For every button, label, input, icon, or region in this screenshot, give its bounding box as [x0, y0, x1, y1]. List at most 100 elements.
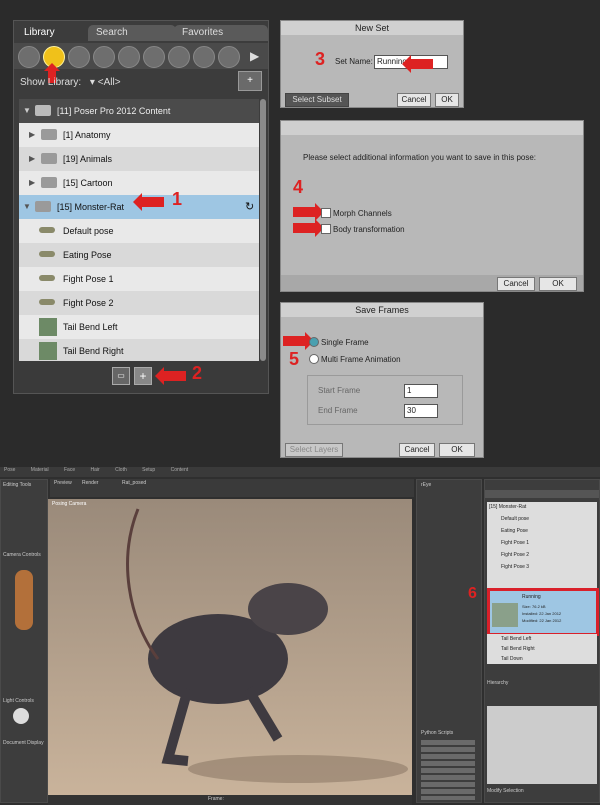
tree-item[interactable]: ▶ [1] Anatomy [19, 123, 259, 147]
tree-item-label[interactable]: Tail Down [501, 656, 523, 662]
library-scrollbar[interactable] [260, 99, 266, 361]
start-frame-input[interactable]: 1 [404, 384, 438, 398]
document-header: Preview Render Rat_posed [50, 479, 414, 497]
multi-frame-label: Multi Frame Animation [321, 355, 401, 364]
monster-rat-figure[interactable] [48, 499, 412, 795]
tail-pose-thumb-icon [39, 318, 57, 336]
cancel-button[interactable]: Cancel [397, 93, 431, 107]
tab-render[interactable]: Render [82, 480, 98, 486]
add-to-library-button[interactable]: + [134, 367, 152, 385]
room-tab-setup[interactable]: Setup [142, 467, 155, 473]
category-icons[interactable] [485, 490, 599, 498]
tab-library[interactable]: Library [16, 25, 90, 41]
running-pose-size: Size: 76.2 kB [522, 604, 546, 609]
hair-category-icon[interactable] [93, 46, 115, 68]
multi-frame-radio[interactable] [309, 354, 319, 364]
camera-controls-icon[interactable] [15, 570, 33, 630]
room-tab-content[interactable]: Content [171, 467, 189, 473]
poser-screenshot: Pose Material Face Hair Cloth Setup Cont… [0, 467, 600, 805]
tree-item-label[interactable]: Tail Bend Right [501, 646, 535, 652]
tree-item[interactable]: Tail Bend Right [19, 339, 259, 361]
single-frame-radio[interactable] [309, 337, 319, 347]
faces-category-icon[interactable] [68, 46, 90, 68]
props-category-icon[interactable] [143, 46, 165, 68]
select-subset-button[interactable]: Select Subset [285, 93, 349, 107]
ok-button[interactable]: OK [539, 277, 577, 291]
tree-item[interactable]: ▶ [15] Cartoon [19, 171, 259, 195]
hierarchy-tree[interactable] [487, 706, 597, 784]
add-to-library-icon[interactable]: + [238, 71, 262, 91]
tree-item-label[interactable]: Fight Pose 1 [501, 540, 529, 546]
library-footer: ▭ + 2 [14, 361, 268, 393]
tree-item[interactable]: Tail Bend Left [19, 315, 259, 339]
step-number: 5 [289, 349, 300, 369]
expand-icon[interactable]: ▶ [29, 123, 35, 147]
tree-item[interactable]: Eating Pose [19, 243, 259, 267]
materials-category-icon[interactable] [218, 46, 240, 68]
body-transformation-checkbox[interactable] [321, 224, 331, 234]
frame-label: Frame: [208, 796, 224, 802]
ok-button[interactable]: OK [439, 443, 475, 457]
tree-item[interactable]: Default pose [19, 219, 259, 243]
tab-preview[interactable]: Preview [54, 480, 72, 486]
python-scripts-buttons[interactable] [421, 740, 475, 800]
room-tab-hair[interactable]: Hair [91, 467, 100, 473]
tree-item-label[interactable]: Default pose [501, 516, 529, 522]
room-tab-pose[interactable]: Pose [4, 467, 15, 473]
add-folder-icon[interactable]: ▭ [112, 367, 130, 385]
tree-item[interactable]: Fight Pose 2 [19, 291, 259, 315]
morph-channels-checkbox[interactable] [321, 208, 331, 218]
tab-search[interactable]: Search [88, 25, 176, 41]
tree-item-label: Tail Bend Left [63, 322, 118, 332]
light-sphere-icon[interactable] [13, 708, 29, 724]
tree-item-label[interactable]: Fight Pose 3 [501, 564, 529, 570]
collapse-icon[interactable]: ▼ [23, 99, 31, 123]
select-layers-button[interactable]: Select Layers [285, 443, 343, 457]
posing-viewport[interactable]: Posing Camera [48, 499, 412, 795]
tree-item-label[interactable]: Fight Pose 2 [501, 552, 529, 558]
chevron-down-icon[interactable]: ▾ [90, 77, 95, 88]
editing-tools-label: Editing Tools [3, 482, 32, 488]
chevron-right-icon[interactable]: ▶ [250, 49, 259, 63]
new-set-dialog: New Set 3 Set Name: Running Select Subse… [280, 20, 464, 108]
tree-item[interactable]: ▼ [11] Poser Pro 2012 Content [19, 99, 259, 123]
tree-item-label[interactable]: [15] Monster-Rat [489, 504, 526, 510]
cameras-category-icon[interactable] [193, 46, 215, 68]
folder-icon [35, 201, 51, 212]
tree-item-label: [15] Cartoon [63, 178, 113, 188]
refresh-icon[interactable]: ↻ [245, 195, 254, 219]
tail-pose-thumb-icon [39, 342, 57, 360]
pose-info-dialog: Please select additional information you… [280, 120, 584, 292]
tree-item-label: Eating Pose [63, 250, 112, 260]
tree-item-label[interactable]: Eating Pose [501, 528, 528, 534]
folder-icon [41, 177, 57, 188]
morph-channels-label: Morph Channels [333, 209, 392, 218]
cancel-button[interactable]: Cancel [497, 277, 535, 291]
cancel-button[interactable]: Cancel [399, 443, 435, 457]
tree-item-label: [19] Animals [63, 154, 113, 164]
step-arrow-right [293, 203, 324, 221]
end-frame-input[interactable]: 30 [404, 404, 438, 418]
tree-item-label[interactable]: Tail Bend Left [501, 636, 531, 642]
frame-range-group: Start Frame 1 End Frame 30 [307, 375, 463, 425]
expand-icon[interactable]: ▶ [29, 171, 35, 195]
collapse-icon[interactable]: ▼ [23, 195, 31, 219]
tree-item[interactable]: ▶ [19] Animals [19, 147, 259, 171]
room-tab-cloth[interactable]: Cloth [115, 467, 127, 473]
expand-icon[interactable]: ▶ [29, 147, 35, 171]
lights-category-icon[interactable] [168, 46, 190, 68]
room-tab-face[interactable]: Face [64, 467, 75, 473]
figures-category-icon[interactable] [18, 46, 40, 68]
pose-info-message: Please select additional information you… [303, 153, 537, 162]
step-number: 3 [315, 49, 326, 69]
show-library-value[interactable]: <All> [98, 77, 121, 88]
folder-icon [41, 153, 57, 164]
room-tab-material[interactable]: Material [31, 467, 49, 473]
folder-icon [41, 129, 57, 140]
tree-item[interactable]: Fight Pose 1 [19, 267, 259, 291]
hands-category-icon[interactable] [118, 46, 140, 68]
ok-button[interactable]: OK [435, 93, 459, 107]
tab-favorites[interactable]: Favorites [174, 25, 268, 41]
modify-selection-label: Modify Selection [487, 788, 524, 794]
running-pose-entry[interactable]: Running Size: 76.2 kB Installed: 22 Jan … [487, 588, 599, 636]
